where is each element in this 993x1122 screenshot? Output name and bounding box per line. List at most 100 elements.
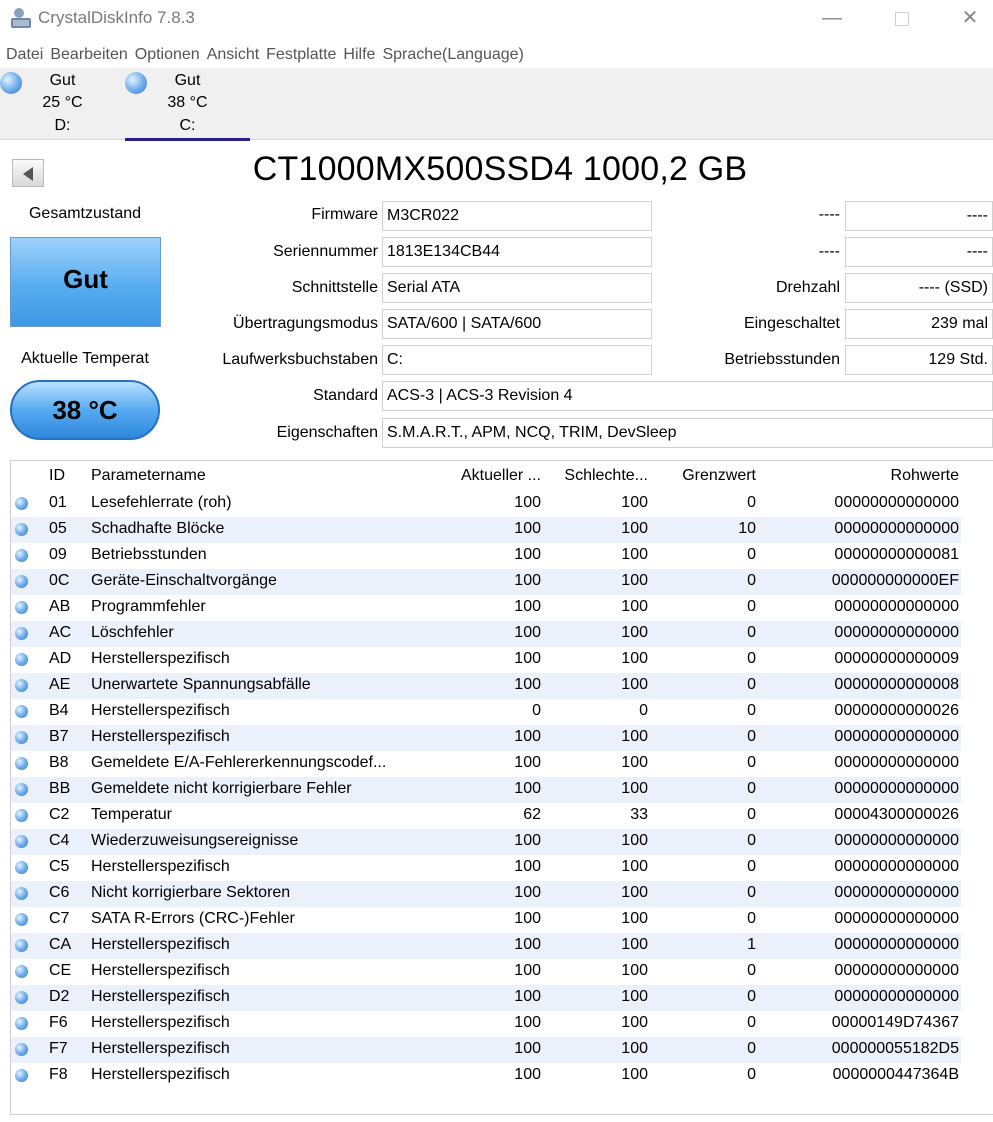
attribute-name: Schadhafte Blöcke — [91, 520, 225, 537]
table-row[interactable]: 05 Schadhafte Blöcke 100 100 10 0000000000000… — [11, 517, 961, 543]
temperature-button[interactable]: 38 °C — [10, 380, 160, 440]
threshold-value: 1 — [747, 936, 756, 953]
power-on-hours-value: 129 Std. — [845, 345, 993, 375]
menu-bearbeiten[interactable]: Bearbeiten — [50, 42, 127, 68]
attribute-name: Temperatur — [91, 806, 172, 823]
table-row[interactable]: B4 Herstellerspezifisch 0 0 0 00000000000026 — [11, 699, 961, 725]
table-row[interactable]: AE Unerwartete Spannungsabfälle 100 100 0 000… — [11, 673, 961, 699]
raw-value: 00000000000000 — [834, 832, 959, 849]
attribute-status-icon — [15, 627, 28, 640]
attribute-status-icon — [15, 965, 28, 978]
table-row[interactable]: CA Herstellerspezifisch 100 100 1 00000000000… — [11, 933, 961, 959]
current-value: 100 — [514, 1040, 541, 1057]
menu-sprache[interactable]: Sprache(Language) — [382, 42, 523, 68]
table-row[interactable]: CE Herstellerspezifisch 100 100 0 00000000000… — [11, 959, 961, 985]
minimize-button[interactable]: — — [812, 4, 852, 32]
table-row[interactable]: C5 Herstellerspezifisch 100 100 0 00000000000… — [11, 855, 961, 881]
current-value: 100 — [514, 650, 541, 667]
attribute-status-icon — [15, 783, 28, 796]
threshold-value: 10 — [738, 520, 756, 537]
threshold-value: 0 — [747, 988, 756, 1005]
drive-letters-label: Laufwerksbuchstaben — [222, 351, 378, 368]
column-threshold[interactable]: Grenzwert — [648, 467, 756, 485]
column-raw-values[interactable]: Rohwerte — [756, 467, 959, 485]
smart-attribute-table[interactable]: ID Parametername Aktueller ... Schlechte… — [10, 460, 993, 1115]
table-row[interactable]: AB Programmfehler 100 100 0 00000000000000 — [11, 595, 961, 621]
table-row[interactable]: B7 Herstellerspezifisch 100 100 0 00000000000… — [11, 725, 961, 751]
attribute-name: Wiederzuweisungsereignisse — [91, 832, 299, 849]
threshold-value: 0 — [747, 728, 756, 745]
menu-datei[interactable]: Datei — [6, 42, 43, 68]
attribute-id: B4 — [49, 702, 69, 719]
transfer-mode-label: Übertragungsmodus — [233, 315, 378, 332]
table-row[interactable]: D2 Herstellerspezifisch 100 100 0 00000000000… — [11, 985, 961, 1011]
disk-tab-d[interactable]: Gut 25 °C D: — [0, 68, 125, 140]
attribute-id: C5 — [49, 858, 70, 875]
column-parameter-name[interactable]: Parametername — [91, 467, 436, 485]
raw-value: 000000000000EF — [831, 572, 959, 589]
attribute-status-icon — [15, 523, 28, 536]
table-row[interactable]: C6 Nicht korrigierbare Sektoren 100 100 0 000… — [11, 881, 961, 907]
current-value: 100 — [514, 780, 541, 797]
table-row[interactable]: C4 Wiederzuweisungsereignisse 100 100 0 00000… — [11, 829, 961, 855]
disk-status: Gut — [174, 72, 201, 89]
table-row[interactable]: F7 Herstellerspezifisch 100 100 0 00000005518… — [11, 1037, 961, 1063]
table-row[interactable]: C2 Temperatur 62 33 0 00004300000026 — [11, 803, 961, 829]
attribute-status-icon — [15, 1017, 28, 1030]
attribute-name: Herstellerspezifisch — [91, 962, 230, 979]
worst-value: 100 — [621, 858, 648, 875]
current-value: 100 — [514, 1066, 541, 1083]
attribute-name: Gemeldete nicht korrigierbare Fehler — [91, 780, 352, 797]
reserved-value-1: ---- — [845, 201, 993, 231]
close-button[interactable]: ✕ — [950, 4, 990, 32]
serial-value: 1813E134CB44 — [382, 237, 652, 267]
current-value: 100 — [514, 858, 541, 875]
worst-value: 100 — [621, 1040, 648, 1057]
menu-ansicht[interactable]: Ansicht — [207, 42, 259, 68]
table-row[interactable]: B8 Gemeldete E/A-Fehlererkennungscodef...… — [11, 751, 961, 777]
table-row[interactable]: 01 Lesefehlerrate (roh) 100 100 0 00000000000… — [11, 491, 961, 517]
smart-table-header: ID Parametername Aktueller ... Schlechte… — [11, 461, 993, 491]
raw-value: 00000000000000 — [834, 936, 959, 953]
menu-optionen[interactable]: Optionen — [135, 42, 200, 68]
table-row[interactable]: 0C Geräte-Einschaltvorgänge 100 100 0 0000000… — [11, 569, 961, 595]
disk-status: Gut — [49, 72, 76, 89]
table-row[interactable]: AD Herstellerspezifisch 100 100 0 00000000000… — [11, 647, 961, 673]
table-row[interactable]: AC Löschfehler 100 100 0 00000000000000 — [11, 621, 961, 647]
raw-value: 000000055182D5 — [831, 1040, 959, 1057]
disk-letter: D: — [54, 117, 71, 134]
column-current[interactable]: Aktueller ... — [436, 467, 541, 485]
worst-value: 100 — [621, 832, 648, 849]
attribute-status-icon — [15, 757, 28, 770]
disk-tab-c[interactable]: Gut 38 °C C: — [125, 68, 250, 141]
column-worst[interactable]: Schlechte... — [541, 467, 648, 485]
menu-hilfe[interactable]: Hilfe — [343, 42, 375, 68]
attribute-id: BB — [49, 780, 71, 797]
maximize-button[interactable] — [882, 4, 922, 32]
worst-value: 100 — [621, 884, 648, 901]
attribute-id: 05 — [49, 520, 67, 537]
table-row[interactable]: F8 Herstellerspezifisch 100 100 0 00000004473… — [11, 1063, 961, 1089]
attribute-status-icon — [15, 887, 28, 900]
table-row[interactable]: BB Gemeldete nicht korrigierbare Fehler 10… — [11, 777, 961, 803]
attribute-name: Geräte-Einschaltvorgänge — [91, 572, 277, 589]
raw-value: 00000000000000 — [834, 910, 959, 927]
health-status-button[interactable]: Gut — [10, 237, 161, 327]
threshold-value: 0 — [747, 832, 756, 849]
attribute-id: F7 — [49, 1040, 68, 1057]
threshold-value: 0 — [747, 650, 756, 667]
disk-temperature: 25 °C — [42, 94, 83, 111]
raw-value: 00004300000026 — [834, 806, 959, 823]
current-value: 100 — [514, 624, 541, 641]
worst-value: 100 — [621, 650, 648, 667]
features-label: Eigenschaften — [276, 424, 378, 441]
table-row[interactable]: 09 Betriebsstunden 100 100 0 00000000000081 — [11, 543, 961, 569]
attribute-status-icon — [15, 809, 28, 822]
threshold-value: 0 — [747, 598, 756, 615]
menu-festplatte[interactable]: Festplatte — [266, 42, 336, 68]
column-id[interactable]: ID — [49, 467, 79, 485]
threshold-value: 0 — [747, 1066, 756, 1083]
table-row[interactable]: C7 SATA R-Errors (CRC-)Fehler 100 100 0 00000… — [11, 907, 961, 933]
table-row[interactable]: F6 Herstellerspezifisch 100 100 0 00000149D74… — [11, 1011, 961, 1037]
raw-value: 00000000000000 — [834, 494, 959, 511]
